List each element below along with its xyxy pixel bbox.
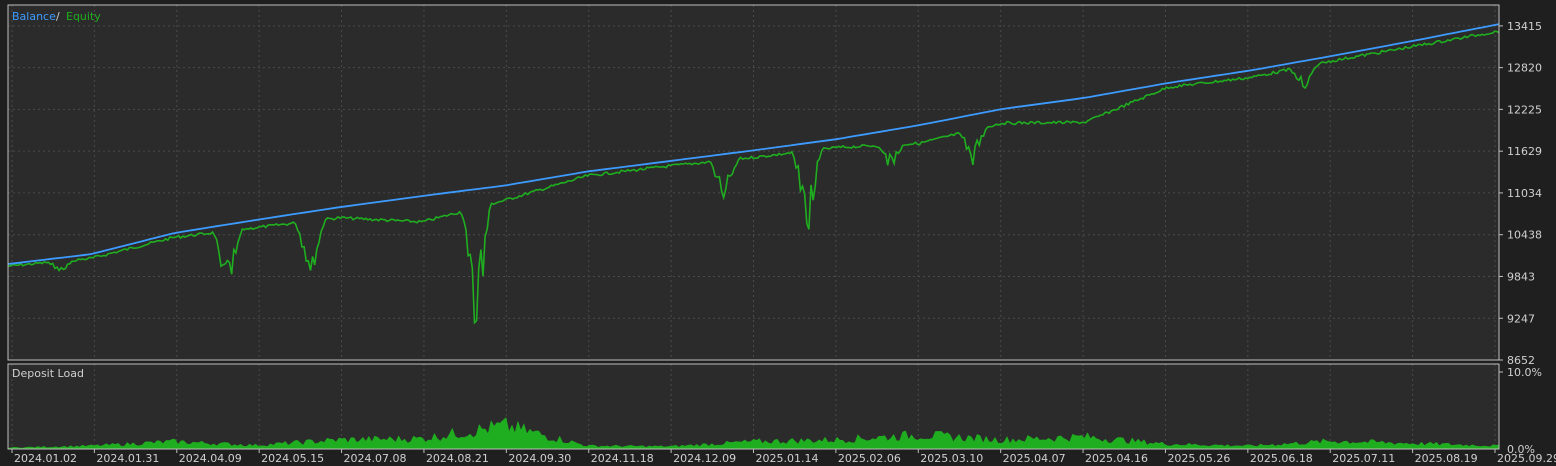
x-tick-label: 2025.02.06	[838, 452, 901, 465]
y-tick-label: 11629	[1507, 145, 1542, 158]
x-tick-label: 2024.01.02	[14, 452, 77, 465]
y-tick-label: 13415	[1507, 20, 1542, 33]
x-tick-label: 2025.09.29	[1497, 452, 1556, 465]
y-tick-label: 9247	[1507, 312, 1535, 325]
x-tick-label: 2025.08.19	[1415, 452, 1478, 465]
x-tick-label: 2025.05.26	[1167, 452, 1230, 465]
legend-equity: Equity	[66, 10, 101, 23]
legend-separator: /	[56, 10, 60, 23]
x-tick-label: 2024.04.09	[179, 452, 242, 465]
y-tick-label: 9843	[1507, 270, 1535, 283]
x-tick-label: 2025.04.07	[1003, 452, 1066, 465]
y-tick-label: 12820	[1507, 62, 1542, 75]
x-tick-label: 2024.12.09	[673, 452, 736, 465]
y-tick-label: 11034	[1507, 187, 1542, 200]
x-tick-label: 2025.03.10	[920, 452, 983, 465]
x-tick-label: 2025.07.11	[1332, 452, 1395, 465]
deposit-load-title: Deposit Load	[12, 367, 84, 380]
chart-window: 13415 12820 12225 11629 11034 10438 9843 9247 86…	[0, 0, 1556, 466]
legend-balance: Balance	[12, 10, 56, 23]
y-tick-label: 12225	[1507, 103, 1542, 116]
x-tick-label: 2024.07.08	[344, 452, 407, 465]
balance-equity-chart: 1341512820122251162911034104389843924786…	[0, 0, 1556, 466]
x-tick-label: 2025.01.14	[756, 452, 819, 465]
load-tick-label: 10.0%	[1507, 366, 1542, 379]
y-tick-label: 10438	[1507, 229, 1542, 242]
x-tick-label: 2024.05.15	[261, 452, 324, 465]
x-tick-label: 2025.06.18	[1250, 452, 1313, 465]
x-tick-label: 2024.01.31	[96, 452, 159, 465]
x-tick-label: 2024.11.18	[591, 452, 654, 465]
x-tick-label: 2024.08.21	[426, 452, 489, 465]
deposit-load-panel	[8, 364, 1499, 449]
x-tick-label: 2024.09.30	[508, 452, 571, 465]
x-tick-label: 2025.04.16	[1085, 452, 1148, 465]
